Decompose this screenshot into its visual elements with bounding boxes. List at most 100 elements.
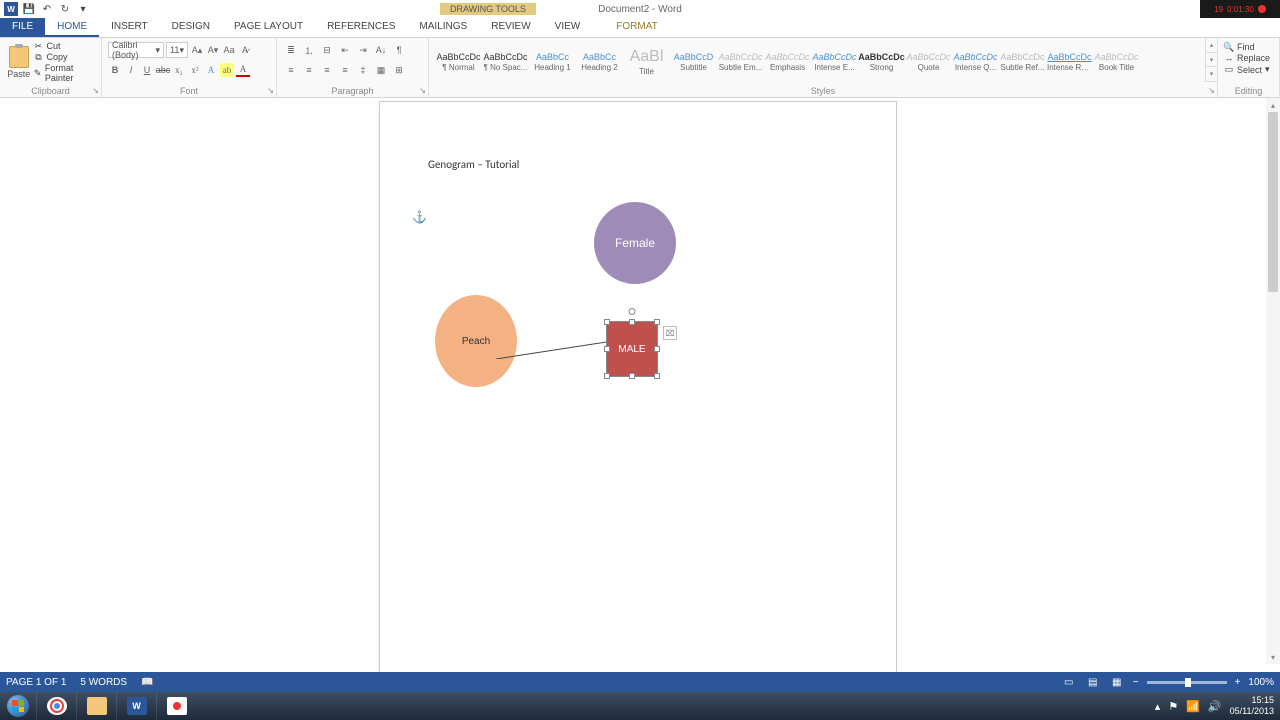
tab-design[interactable]: DESIGN: [160, 18, 222, 37]
decrease-indent-button[interactable]: ⇤: [337, 43, 353, 57]
style--normal[interactable]: AaBbCcDc¶ Normal: [435, 40, 482, 84]
increase-indent-button[interactable]: ⇥: [355, 43, 371, 57]
taskbar-explorer[interactable]: [76, 692, 116, 720]
bullets-button[interactable]: ≣: [283, 43, 299, 57]
font-name-select[interactable]: Calibri (Body)▾: [108, 42, 164, 58]
line-spacing-button[interactable]: ‡: [355, 63, 371, 77]
word-app-icon[interactable]: W: [4, 2, 18, 16]
highlight-button[interactable]: ab: [220, 63, 234, 77]
web-layout-button[interactable]: ▦: [1109, 675, 1125, 689]
document-heading[interactable]: Genogram – Tutorial: [428, 158, 848, 171]
zoom-slider[interactable]: [1147, 681, 1227, 684]
vertical-scrollbar[interactable]: ▴ ▾: [1266, 98, 1280, 664]
styles-launcher-icon[interactable]: ↘: [1208, 86, 1215, 95]
page-indicator[interactable]: PAGE 1 OF 1: [6, 677, 66, 688]
style-heading-1[interactable]: AaBbCcHeading 1: [529, 40, 576, 84]
subscript-button[interactable]: x₂: [172, 63, 186, 77]
style-strong[interactable]: AaBbCcDcStrong: [858, 40, 905, 84]
resize-handle-sw[interactable]: [604, 373, 610, 379]
style-quote[interactable]: AaBbCcDcQuote: [905, 40, 952, 84]
save-icon[interactable]: 💾: [22, 2, 36, 16]
style--no-spac-[interactable]: AaBbCcDc¶ No Spac...: [482, 40, 529, 84]
style-book-title[interactable]: AaBbCcDcBook Title: [1093, 40, 1140, 84]
find-button[interactable]: 🔍Find: [1224, 42, 1273, 52]
font-color-button[interactable]: A: [236, 63, 250, 77]
style-subtitle[interactable]: AaBbCcDSubtitle: [670, 40, 717, 84]
align-right-button[interactable]: ≡: [319, 63, 335, 77]
taskbar-recorder[interactable]: [156, 692, 196, 720]
taskbar-word[interactable]: W: [116, 692, 156, 720]
zoom-in-button[interactable]: +: [1235, 677, 1241, 688]
align-left-button[interactable]: ≡: [283, 63, 299, 77]
clipboard-launcher-icon[interactable]: ↘: [92, 86, 99, 95]
zoom-level[interactable]: 100%: [1248, 677, 1274, 688]
font-size-select[interactable]: 11▾: [166, 42, 188, 58]
scroll-track[interactable]: [1266, 112, 1280, 650]
cut-button[interactable]: ✂Cut: [33, 41, 95, 51]
tab-review[interactable]: REVIEW: [479, 18, 542, 37]
shading-button[interactable]: ▦: [373, 63, 389, 77]
styles-down-button[interactable]: ▾: [1206, 53, 1217, 68]
resize-handle-se[interactable]: [654, 373, 660, 379]
superscript-button[interactable]: x²: [188, 63, 202, 77]
tab-file[interactable]: FILE: [0, 18, 45, 37]
tab-format[interactable]: FORMAT: [604, 18, 669, 37]
print-layout-button[interactable]: ▤: [1085, 675, 1101, 689]
shape-male-square[interactable]: MALE ⌧: [607, 322, 657, 376]
tab-mailings[interactable]: MAILINGS: [407, 18, 479, 37]
justify-button[interactable]: ≡: [337, 63, 353, 77]
resize-handle-n[interactable]: [629, 319, 635, 325]
underline-button[interactable]: U: [140, 63, 154, 77]
show-marks-button[interactable]: ¶: [391, 43, 407, 57]
tray-flag-icon[interactable]: ⚑: [1168, 700, 1178, 713]
format-painter-button[interactable]: ✎Format Painter: [33, 63, 95, 83]
resize-handle-e[interactable]: [654, 346, 660, 352]
grow-font-button[interactable]: A▴: [190, 43, 204, 57]
style-subtle-em-[interactable]: AaBbCcDcSubtle Em...: [717, 40, 764, 84]
paste-button[interactable]: Paste: [6, 40, 31, 84]
style-heading-2[interactable]: AaBbCcHeading 2: [576, 40, 623, 84]
styles-expand-button[interactable]: ▾: [1206, 67, 1217, 82]
resize-handle-ne[interactable]: [654, 319, 660, 325]
document-workspace[interactable]: Genogram – Tutorial ⚓ Female Peach MALE: [0, 98, 1280, 678]
read-mode-button[interactable]: ▭: [1061, 675, 1077, 689]
taskbar-chrome[interactable]: [36, 692, 76, 720]
scroll-up-button[interactable]: ▴: [1266, 98, 1280, 112]
zoom-thumb[interactable]: [1185, 678, 1191, 687]
rotate-handle-icon[interactable]: [629, 308, 636, 315]
tab-insert[interactable]: INSERT: [99, 18, 160, 37]
scroll-thumb[interactable]: [1268, 112, 1278, 292]
word-count[interactable]: 5 WORDS: [80, 677, 127, 688]
system-clock[interactable]: 15:15 05/11/2013: [1230, 695, 1274, 717]
tab-page-layout[interactable]: PAGE LAYOUT: [222, 18, 315, 37]
strike-button[interactable]: abc: [156, 63, 170, 77]
tray-network-icon[interactable]: 📶: [1186, 700, 1200, 713]
clear-format-button[interactable]: A̷: [238, 43, 252, 57]
change-case-button[interactable]: Aa: [222, 43, 236, 57]
qat-dropdown-icon[interactable]: ▾: [76, 2, 90, 16]
numbering-button[interactable]: ⒈: [301, 43, 317, 57]
style-subtle-ref-[interactable]: AaBbCcDcSubtle Ref...: [999, 40, 1046, 84]
sort-button[interactable]: A↓: [373, 43, 389, 57]
proofing-icon[interactable]: 📖: [141, 677, 153, 688]
scroll-down-button[interactable]: ▾: [1266, 650, 1280, 664]
copy-button[interactable]: ⧉Copy: [33, 52, 95, 62]
italic-button[interactable]: I: [124, 63, 138, 77]
replace-button[interactable]: ↔Replace: [1224, 53, 1273, 63]
font-launcher-icon[interactable]: ↘: [267, 86, 274, 95]
shrink-font-button[interactable]: A▾: [206, 43, 220, 57]
tray-volume-icon[interactable]: 🔊: [1208, 700, 1222, 713]
style-intense-re-[interactable]: AaBbCcDcIntense Re...: [1046, 40, 1093, 84]
resize-handle-s[interactable]: [629, 373, 635, 379]
tray-up-icon[interactable]: ▴: [1155, 700, 1161, 713]
styles-up-button[interactable]: ▴: [1206, 38, 1217, 53]
style-title[interactable]: AaBlTitle: [623, 40, 670, 84]
align-center-button[interactable]: ≡: [301, 63, 317, 77]
layout-options-button[interactable]: ⌧: [663, 326, 677, 340]
style-intense-e-[interactable]: AaBbCcDcIntense E...: [811, 40, 858, 84]
style-intense-q-[interactable]: AaBbCcDcIntense Q...: [952, 40, 999, 84]
tab-view[interactable]: VIEW: [543, 18, 593, 37]
zoom-out-button[interactable]: −: [1133, 677, 1139, 688]
select-button[interactable]: ▭Select▾: [1224, 64, 1273, 75]
multilevel-button[interactable]: ⊟: [319, 43, 335, 57]
